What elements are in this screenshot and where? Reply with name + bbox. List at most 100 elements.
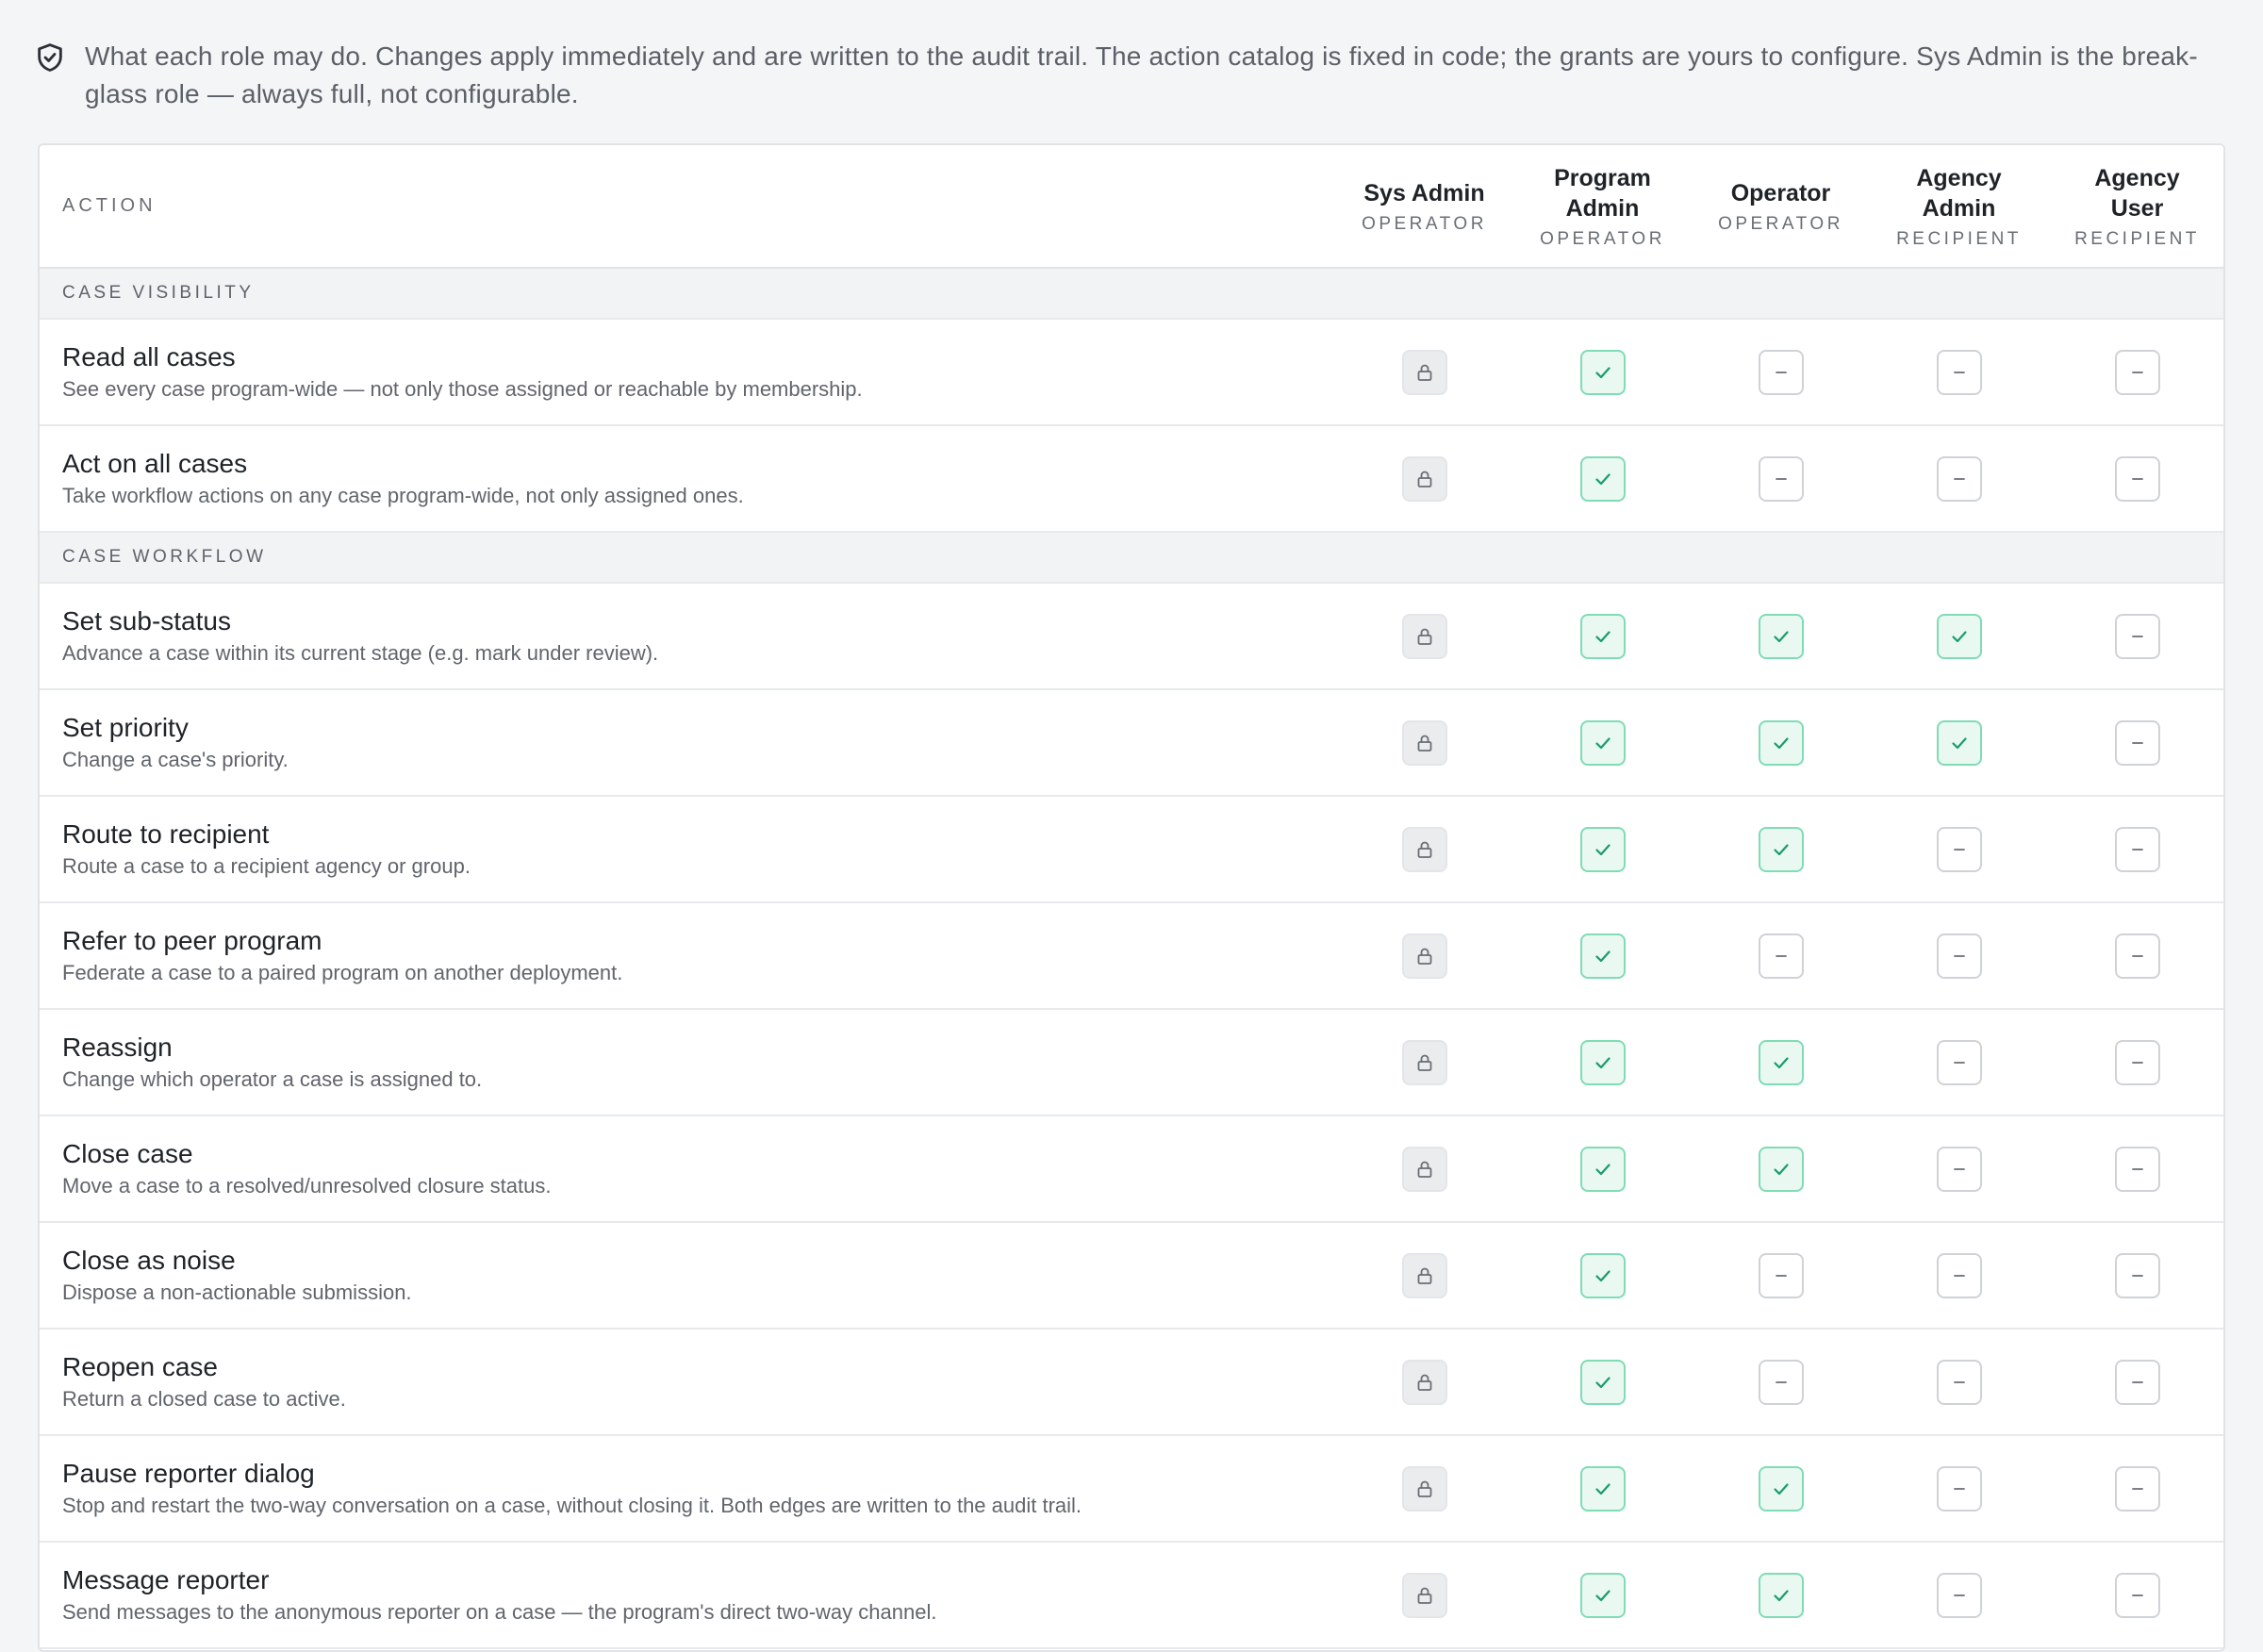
- grant-toggle-off[interactable]: [1936, 455, 1982, 502]
- check-icon: [1770, 1584, 1792, 1607]
- grant-toggle-on[interactable]: [1579, 826, 1626, 872]
- grant-toggle-on[interactable]: [1579, 1359, 1626, 1405]
- grant-toggle-off[interactable]: [1936, 1359, 1982, 1405]
- grant-toggle-on[interactable]: [1579, 455, 1626, 502]
- grant-toggle-off[interactable]: [1936, 826, 1982, 872]
- minus-icon: [2126, 625, 2149, 648]
- grant-toggle-on[interactable]: [1758, 1465, 1804, 1512]
- grant-toggle-off[interactable]: [2114, 933, 2160, 979]
- role-name: Agency User: [2094, 164, 2180, 222]
- grant-toggle-on[interactable]: [1579, 613, 1626, 659]
- action-title: Pause reporter dialog: [62, 1458, 315, 1488]
- grant-cell: [2048, 583, 2223, 690]
- grant-cell: [2048, 902, 2223, 1010]
- grant-toggle-off[interactable]: [2114, 455, 2160, 502]
- action-row: Act on all cases Take workflow actions on…: [40, 425, 2223, 533]
- check-icon: [1948, 625, 1971, 648]
- action-row: Refer to peer program Federate a case to …: [40, 902, 2223, 1010]
- grant-toggle-off[interactable]: [2114, 1572, 2160, 1618]
- grant-toggle-on[interactable]: [1579, 1039, 1626, 1085]
- action-description: Dispose a non-actionable submission.: [62, 1280, 412, 1304]
- minus-icon: [2126, 1051, 2149, 1074]
- permissions-table: ACTION Sys Admin OPERATOR Program Admin …: [40, 145, 2223, 1649]
- grant-toggle-on[interactable]: [1758, 1572, 1804, 1618]
- grant-toggle-on[interactable]: [1579, 933, 1626, 979]
- grant-locked: [1401, 1572, 1447, 1618]
- check-icon: [1770, 1158, 1792, 1181]
- grant-toggle-off[interactable]: [2114, 1039, 2160, 1085]
- action-cell: Set sub-status Advance a case within its …: [40, 583, 1335, 690]
- action-title: Set sub-status: [62, 605, 231, 636]
- grant-toggle-off[interactable]: [2114, 719, 2160, 766]
- check-icon: [1770, 625, 1792, 648]
- grant-toggle-on[interactable]: [1758, 1146, 1804, 1192]
- grant-toggle-off[interactable]: [2114, 1146, 2160, 1192]
- intro: What each role may do. Changes apply imm…: [34, 38, 2203, 113]
- grant-cell: [2048, 319, 2223, 426]
- grant-toggle-off[interactable]: [2114, 1465, 2160, 1512]
- grant-toggle-off[interactable]: [1936, 1572, 1982, 1618]
- grant-toggle-on[interactable]: [1579, 1146, 1626, 1192]
- grant-toggle-on[interactable]: [1758, 719, 1804, 766]
- minus-icon: [1948, 1478, 1971, 1500]
- minus-icon: [2126, 1264, 2149, 1287]
- action-description: Take workflow actions on any case progra…: [62, 483, 744, 507]
- grant-toggle-on[interactable]: [1936, 613, 1982, 659]
- grant-toggle-off[interactable]: [1758, 349, 1804, 395]
- grant-toggle-on[interactable]: [1758, 826, 1804, 872]
- grant-toggle-off[interactable]: [1936, 933, 1982, 979]
- grant-toggle-off[interactable]: [1758, 1359, 1804, 1405]
- role-kind: OPERATOR: [1362, 213, 1487, 234]
- action-description: Route a case to a recipient agency or gr…: [62, 853, 471, 878]
- grant-toggle-off[interactable]: [1936, 1465, 1982, 1512]
- grant-toggle-off[interactable]: [1758, 933, 1804, 979]
- grant-cell: [1513, 796, 1692, 903]
- grant-cell: [1335, 1435, 1513, 1543]
- lock-icon: [1413, 1264, 1436, 1287]
- grant-toggle-on[interactable]: [1579, 1252, 1626, 1298]
- grant-toggle-on[interactable]: [1758, 1039, 1804, 1085]
- minus-icon: [2126, 361, 2149, 384]
- grant-cell: [1692, 689, 1870, 797]
- check-icon: [1592, 1584, 1614, 1607]
- grant-cell: [1692, 1435, 1870, 1543]
- action-row: Close case Move a case to a resolved/unre…: [40, 1115, 2223, 1223]
- shield-check-icon: [34, 41, 66, 74]
- action-cell: Set priority Change a case's priority.: [40, 689, 1335, 797]
- grant-toggle-off[interactable]: [1758, 455, 1804, 502]
- grant-toggle-on[interactable]: [1579, 1572, 1626, 1618]
- grant-toggle-on[interactable]: [1758, 613, 1804, 659]
- grant-cell: [1870, 1329, 2048, 1436]
- grant-toggle-off[interactable]: [2114, 613, 2160, 659]
- grant-toggle-on[interactable]: [1579, 1465, 1626, 1512]
- grant-toggle-off[interactable]: [1936, 349, 1982, 395]
- grant-toggle-on[interactable]: [1579, 719, 1626, 766]
- check-icon: [1770, 1478, 1792, 1500]
- action-row: Reassign Change which operator a case is …: [40, 1009, 2223, 1116]
- minus-icon: [2126, 1478, 2149, 1500]
- minus-icon: [2126, 1158, 2149, 1181]
- role-header-operator: Operator OPERATOR: [1692, 145, 1870, 269]
- grant-toggle-off[interactable]: [1936, 1146, 1982, 1192]
- grant-cell: [1870, 1009, 2048, 1116]
- grant-toggle-off[interactable]: [2114, 1252, 2160, 1298]
- minus-icon: [1770, 468, 1792, 490]
- grant-toggle-off[interactable]: [1936, 1252, 1982, 1298]
- grant-cell: [1335, 902, 1513, 1010]
- grant-toggle-on[interactable]: [1579, 349, 1626, 395]
- grant-toggle-on[interactable]: [1936, 719, 1982, 766]
- minus-icon: [2126, 732, 2149, 754]
- grant-toggle-off[interactable]: [2114, 1359, 2160, 1405]
- grant-locked: [1401, 1039, 1447, 1085]
- lock-icon: [1413, 945, 1436, 967]
- grant-cell: [1513, 1435, 1692, 1543]
- grant-toggle-off[interactable]: [2114, 826, 2160, 872]
- grant-cell: [1692, 796, 1870, 903]
- grant-cell: [1870, 1435, 2048, 1543]
- grant-cell: [1335, 1542, 1513, 1649]
- grant-toggle-off[interactable]: [2114, 349, 2160, 395]
- grant-toggle-off[interactable]: [1936, 1039, 1982, 1085]
- grant-locked: [1401, 826, 1447, 872]
- action-description: Send messages to the anonymous reporter …: [62, 1599, 937, 1624]
- grant-toggle-off[interactable]: [1758, 1252, 1804, 1298]
